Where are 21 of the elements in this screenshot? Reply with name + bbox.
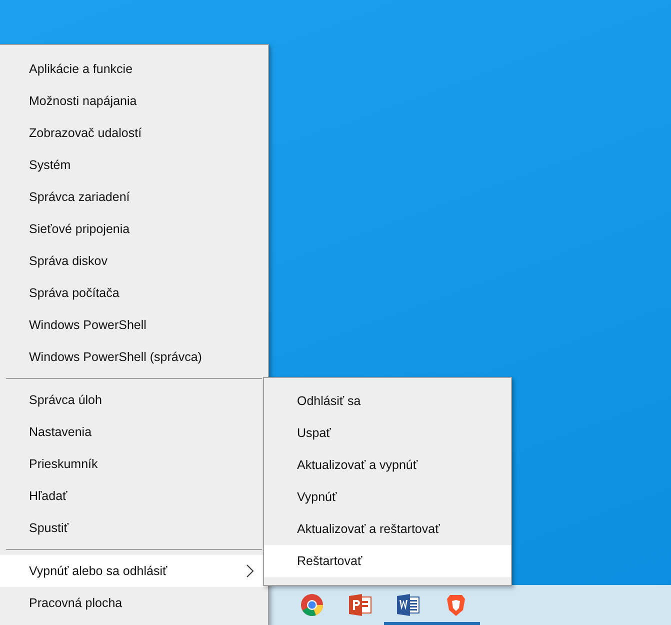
menu-item[interactable]: Vypnúť alebo sa odhlásiť (0, 555, 268, 587)
menu-item[interactable]: Systém (0, 149, 268, 181)
menu-item[interactable]: Odhlásiť sa (264, 385, 511, 417)
menu-item[interactable]: Možnosti napájania (0, 85, 268, 117)
menu-item[interactable]: Zobrazovač udalostí (0, 117, 268, 149)
menu-item[interactable]: Windows PowerShell (0, 309, 268, 341)
menu-item[interactable]: Pracovná plocha (0, 587, 268, 619)
menu-item[interactable]: Sieťové pripojenia (0, 213, 268, 245)
menu-item[interactable]: Reštartovať (264, 545, 511, 577)
slides-icon (348, 593, 372, 617)
menu-item[interactable]: Správa diskov (0, 245, 268, 277)
browser-icon (300, 593, 324, 617)
menu-item[interactable]: Aktualizovať a reštartovať (264, 513, 511, 545)
menu-item[interactable]: Vypnúť (264, 481, 511, 513)
document-icon (396, 593, 420, 617)
menu-item[interactable]: Aplikácie a funkcie (0, 53, 268, 85)
menu-item[interactable]: Aktualizovať a vypnúť (264, 449, 511, 481)
menu-item[interactable]: Uspať (264, 417, 511, 449)
menu-item[interactable]: Správca zariadení (0, 181, 268, 213)
menu-item[interactable]: Správa počítača (0, 277, 268, 309)
menu-item[interactable]: Windows PowerShell (správca) (0, 341, 268, 373)
